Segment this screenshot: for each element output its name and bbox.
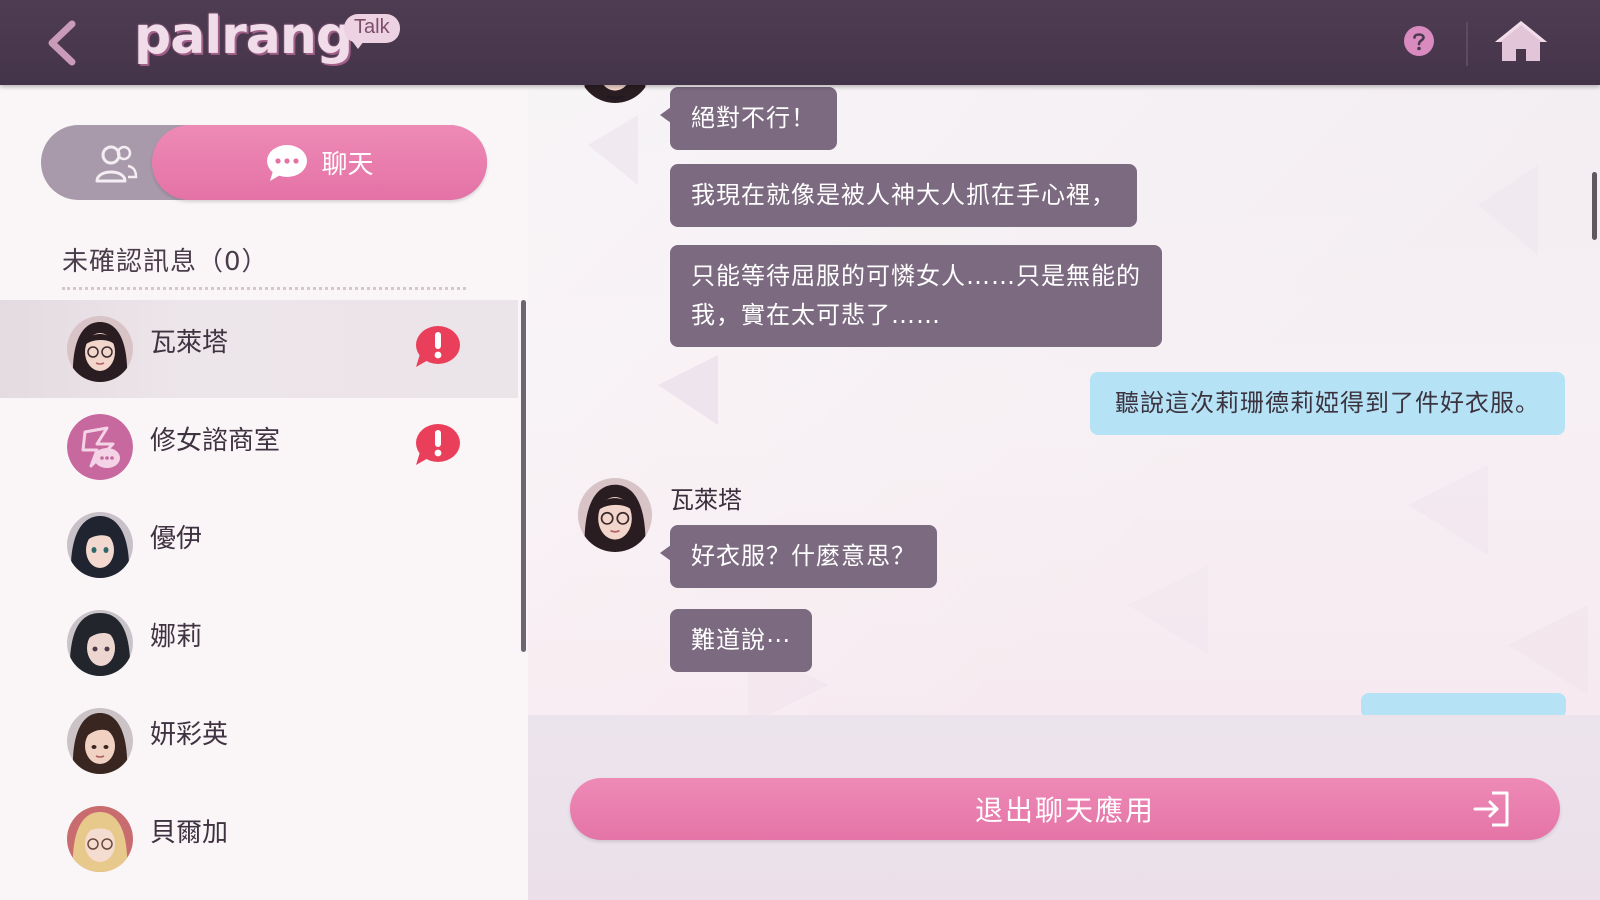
sender-name: 瓦萊塔 [670, 486, 742, 514]
contact-name: 修女諮商室 [150, 426, 281, 456]
message-text: 絕對不行！ [691, 104, 816, 132]
chat-panel: 絕對不行！ 我現在就像是被人神大人抓在手心裡， 只能等待屈服的可憐女人……只是無… [528, 85, 1600, 900]
avatar-valletta [67, 316, 133, 382]
exit-chat-label: 退出聊天應用 [974, 794, 1155, 827]
home-button[interactable] [1492, 18, 1550, 64]
contact-name: 貝爾加 [150, 818, 229, 848]
message-avatar[interactable] [578, 478, 652, 552]
question-icon [1404, 26, 1434, 56]
top-bar: palrang Talk [0, 0, 1600, 85]
message-text: 聽說這次莉珊德莉婭得到了件好衣服。 [1115, 389, 1540, 417]
chevron-left-icon [48, 20, 76, 66]
avatar-belga [67, 806, 133, 872]
message-text: 好衣服？什麼意思？ [691, 542, 916, 570]
message-text-line: 我，實在太可悲了…… [691, 301, 941, 329]
incoming-message: 絕對不行！ [660, 87, 837, 150]
tab-chat-label: 聊天 [321, 150, 374, 180]
exit-chat-button[interactable]: 退出聊天應用 [570, 778, 1560, 840]
section-divider [62, 287, 466, 290]
contact-name: 娜莉 [150, 622, 203, 652]
logo-badge: Talk [344, 14, 400, 49]
unread-messages-label: 未確認訊息（0） [62, 247, 269, 277]
alert-icon [416, 326, 460, 367]
contact-item[interactable]: 娜莉 [0, 594, 518, 692]
avatar-yeon [67, 708, 133, 774]
message-list: 絕對不行！ 我現在就像是被人神大人抓在手心裡， 只能等待屈服的可憐女人……只是無… [528, 85, 1600, 715]
contact-list: 瓦萊塔 修女諮商室 優伊 娜莉 妍彩英 貝爾加 [0, 300, 518, 900]
message-text: 我現在就像是被人神大人抓在手心裡， [691, 181, 1116, 209]
outgoing-message: 聽說這次莉珊德莉婭得到了件好衣服。 [1090, 372, 1565, 435]
contact-name: 瓦萊塔 [150, 328, 229, 358]
contact-item[interactable]: 妍彩英 [0, 692, 518, 790]
sidebar: 聊天 未確認訊息（0） 瓦萊塔 修女諮商室 優伊 娜莉 妍彩英 貝爾加 [0, 85, 528, 900]
app-logo: palrang [134, 6, 353, 66]
incoming-message: 好衣服？什麼意思？ [660, 525, 937, 588]
tab-chat[interactable]: 聊天 [152, 125, 487, 200]
chat-bubble-icon [267, 144, 308, 181]
outgoing-message-partial [1361, 693, 1566, 715]
chat-footer: 退出聊天應用 [528, 715, 1600, 900]
contact-item[interactable]: 優伊 [0, 496, 518, 594]
tab-toggle: 聊天 [41, 125, 487, 200]
exit-door-icon [1473, 791, 1509, 827]
incoming-message: 難道說⋯ [670, 609, 812, 672]
contact-item[interactable]: 瓦萊塔 [0, 300, 518, 398]
message-text-line: 只能等待屈服的可憐女人……只是無能的 [691, 262, 1141, 290]
topbar-divider [1466, 22, 1468, 66]
home-icon [1495, 21, 1547, 61]
contact-item[interactable]: 貝爾加 [0, 790, 518, 888]
contact-list-scrollbar[interactable] [521, 300, 526, 652]
help-button[interactable] [1403, 25, 1435, 57]
contact-item[interactable]: 修女諮商室 [0, 398, 518, 496]
back-button[interactable] [40, 18, 90, 68]
chat-scrollbar[interactable] [1592, 172, 1597, 240]
users-icon [95, 145, 138, 182]
incoming-message: 只能等待屈服的可憐女人……只是無能的 我，實在太可悲了…… [670, 245, 1162, 347]
incoming-message: 我現在就像是被人神大人抓在手心裡， [670, 164, 1137, 227]
avatar-yui [67, 512, 133, 578]
contact-name: 優伊 [150, 524, 203, 554]
message-text: 難道說⋯ [691, 626, 791, 654]
avatar-nari [67, 610, 133, 676]
message-avatar [578, 85, 652, 103]
alert-icon [416, 424, 460, 465]
contact-name: 妍彩英 [150, 720, 229, 750]
avatar-counseling [67, 414, 133, 480]
